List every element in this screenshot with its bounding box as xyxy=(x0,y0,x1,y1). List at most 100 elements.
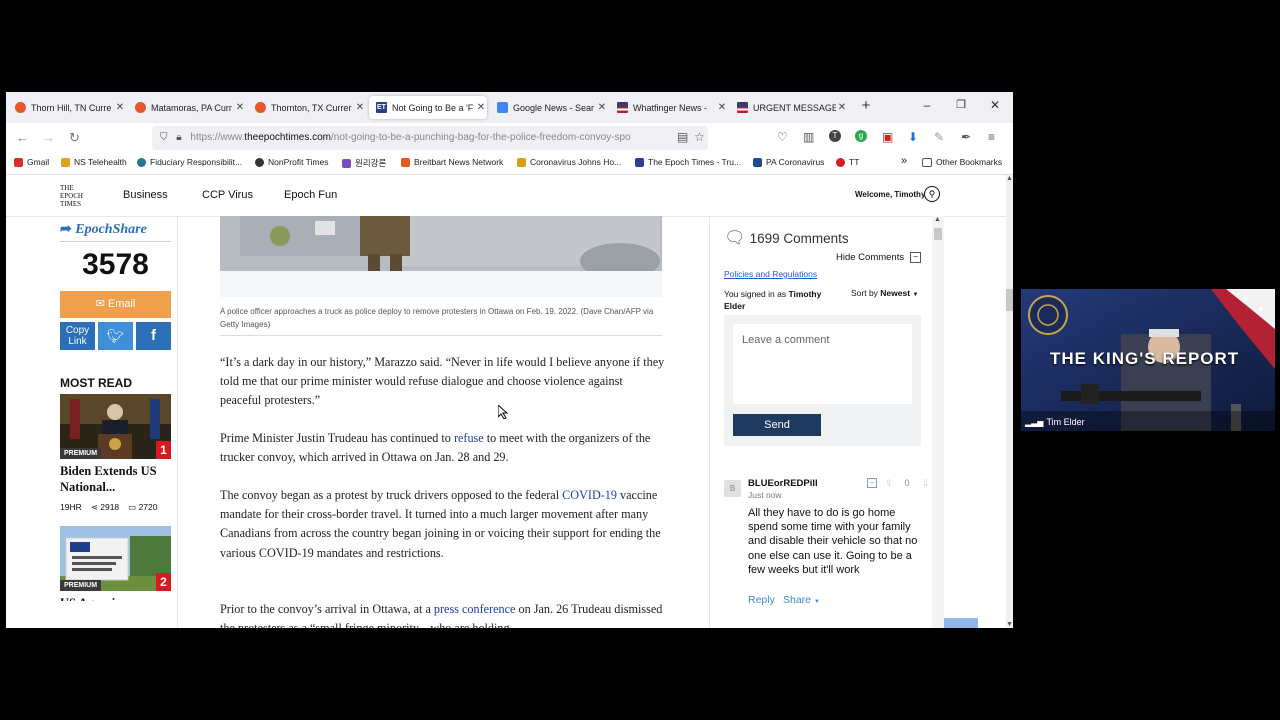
close-tab-icon[interactable]: ✕ xyxy=(114,102,126,113)
scroll-up-icon[interactable]: ▲ xyxy=(934,216,941,223)
extension-download-icon[interactable]: ⬇ xyxy=(908,130,918,144)
scroll-to-top-button[interactable]: ︿ xyxy=(944,618,978,628)
comments-scrollbar[interactable]: ▲ xyxy=(932,216,944,628)
divider xyxy=(220,335,662,336)
bookmarks-overflow-icon[interactable]: » xyxy=(901,155,907,167)
page-scrollbar[interactable]: ▲ ▼ xyxy=(1006,175,1013,628)
most-read-title-2[interactable]: US Agencies... xyxy=(60,595,171,601)
refuse-link[interactable]: refuse xyxy=(454,431,484,445)
comments-count: 1699 Comments xyxy=(749,230,849,246)
bookmark-tt[interactable]: TT xyxy=(836,157,859,167)
scroll-up-icon[interactable]: ▲ xyxy=(1006,175,1013,182)
extension-green-icon[interactable]: g xyxy=(855,130,867,142)
minimize-icon[interactable]: – xyxy=(917,98,937,112)
tab-1[interactable]: Matamoras, PA Curr ✕ xyxy=(128,96,246,119)
email-share-button[interactable]: ✉ Email xyxy=(60,291,171,318)
close-tab-icon[interactable]: ✕ xyxy=(596,102,608,113)
vote-count: 0 xyxy=(904,478,910,488)
tab-title: Thornton, TX Currer xyxy=(271,102,352,113)
bookmark-gmail[interactable]: Gmail xyxy=(14,157,49,167)
restore-icon[interactable]: ❐ xyxy=(951,98,971,111)
share-icon: ⋖ xyxy=(90,502,98,512)
nav-epoch-fun[interactable]: Epoch Fun xyxy=(284,189,337,201)
bookmark-ns-telehealth[interactable]: NS Telehealth xyxy=(61,157,127,167)
send-button[interactable]: Send xyxy=(733,414,821,436)
collapse-icon[interactable]: – xyxy=(867,478,877,488)
tab-3-active[interactable]: ET Not Going to Be a 'F ✕ xyxy=(369,96,487,119)
tab-0[interactable]: Thorn Hill, TN Curre ✕ xyxy=(8,96,126,119)
copy-link-button[interactable]: Copy Link xyxy=(60,322,95,350)
pocket-icon[interactable]: ♡ xyxy=(777,130,788,144)
reload-icon[interactable]: ↻ xyxy=(69,130,80,146)
nonprofit-icon xyxy=(255,157,264,167)
other-bookmarks[interactable]: Other Bookmarks xyxy=(922,157,1002,167)
tab-4[interactable]: Google News - Sear ✕ xyxy=(490,96,608,119)
collapse-icon: – xyxy=(910,252,922,263)
share-count-value: 2918 xyxy=(100,502,120,512)
menu-icon[interactable]: ≡ xyxy=(988,130,995,144)
extension-feather-icon[interactable]: ✒ xyxy=(961,130,971,144)
new-tab-icon[interactable]: + xyxy=(856,97,876,114)
hide-comments-toggle[interactable]: Hide Comments – xyxy=(836,252,922,263)
epoch-times-logo[interactable]: THE EPOCH TIMES xyxy=(60,184,83,208)
breitbart-icon xyxy=(401,157,410,167)
bookmark-korean[interactable]: 원리강론 xyxy=(342,157,386,169)
most-read-thumb-1[interactable]: PREMIUM 1 xyxy=(60,394,171,459)
reader-view-icon[interactable]: ▤ xyxy=(677,130,688,144)
bookmark-breitbart[interactable]: Breitbart News Network xyxy=(401,157,503,167)
scroll-down-icon[interactable]: ▼ xyxy=(1006,621,1013,628)
bookmark-epoch-times[interactable]: The Epoch Times - Tru... xyxy=(635,157,741,167)
bookmark-nonprofit-times[interactable]: NonProfit Times xyxy=(255,157,328,167)
account-icon[interactable]: T xyxy=(829,130,841,142)
tab-title: URGENT MESSAGE T xyxy=(753,102,836,113)
avatar[interactable]: B xyxy=(724,480,741,497)
gmail-icon xyxy=(14,157,23,167)
user-icon[interactable]: ⚲ xyxy=(924,186,940,202)
url-bar[interactable]: ⛉ 🔒︎ https://www.theepochtimes.com/not-g… xyxy=(152,126,708,150)
covid-19-link[interactable]: COVID-19 xyxy=(562,488,617,502)
comment-textarea[interactable]: Leave a comment xyxy=(733,324,912,404)
comments-panel: 🗨︎ 1699 Comments Hide Comments – Policie… xyxy=(716,216,931,628)
extension-red-icon[interactable]: ▣ xyxy=(882,130,893,144)
sort-dropdown[interactable]: Sort by Newest ▼ xyxy=(851,288,918,298)
forward-icon[interactable]: → xyxy=(42,130,55,145)
bookmark-label: Breitbart News Network xyxy=(414,157,504,167)
nav-ccp-virus[interactable]: CCP Virus xyxy=(202,189,253,201)
close-tab-icon[interactable]: ✕ xyxy=(716,102,728,113)
epoch-times-icon: ET xyxy=(376,102,387,113)
bookmark-pa-coronavirus[interactable]: PA Coronavirus xyxy=(753,157,824,167)
reply-button[interactable]: Reply xyxy=(748,594,775,606)
back-icon[interactable]: ← xyxy=(16,130,29,145)
most-read-title-1[interactable]: Biden Extends US National... xyxy=(60,463,171,495)
article-age: 19HR xyxy=(60,502,82,512)
bookmark-fiduciary[interactable]: Fiduciary Responsibilit... xyxy=(137,157,242,167)
tab-title: Whatfinger News - xyxy=(633,102,708,113)
share-comment-button[interactable]: Share ▼ xyxy=(783,594,820,606)
tab-5[interactable]: Whatfinger News - ✕ xyxy=(610,96,728,119)
upvote-icon[interactable]: ⇧ xyxy=(885,478,893,489)
bookmark-coronavirus-jhu[interactable]: Coronavirus Johns Ho... xyxy=(517,157,621,167)
twitter-share-button[interactable]: 🐦︎ xyxy=(98,322,133,350)
policies-link[interactable]: Policies and Regulations xyxy=(724,269,817,279)
comment-time: Just now xyxy=(748,490,782,500)
scroll-thumb[interactable] xyxy=(1006,289,1013,311)
tab-6[interactable]: URGENT MESSAGE T ✕ xyxy=(730,96,848,119)
close-window-icon[interactable]: ✕ xyxy=(985,98,1005,112)
sidebar-icon[interactable]: ▥ xyxy=(803,130,814,144)
bookmark-star-icon[interactable]: ☆ xyxy=(694,130,705,144)
close-tab-icon[interactable]: ✕ xyxy=(234,102,246,113)
tab-2[interactable]: Thornton, TX Currer ✕ xyxy=(248,96,366,119)
facebook-share-button[interactable]: f xyxy=(136,322,171,350)
downvote-icon[interactable]: ⇩ xyxy=(922,478,930,489)
most-read-thumb-2[interactable]: PREMIUM 2 xyxy=(60,526,171,591)
close-tab-icon[interactable]: ✕ xyxy=(475,102,487,113)
press-conference-link[interactable]: press conference xyxy=(434,602,516,616)
comment-username[interactable]: BLUEorREDPill xyxy=(748,478,818,489)
extension-gray-icon[interactable]: ✎ xyxy=(934,130,944,144)
close-tab-icon[interactable]: ✕ xyxy=(836,102,848,113)
shield-icon[interactable]: ⛉ xyxy=(160,132,168,143)
bookmark-label: 원리강론 xyxy=(355,158,387,168)
scroll-thumb[interactable] xyxy=(934,228,942,240)
nav-business[interactable]: Business xyxy=(123,189,168,201)
close-tab-icon[interactable]: ✕ xyxy=(354,102,366,113)
